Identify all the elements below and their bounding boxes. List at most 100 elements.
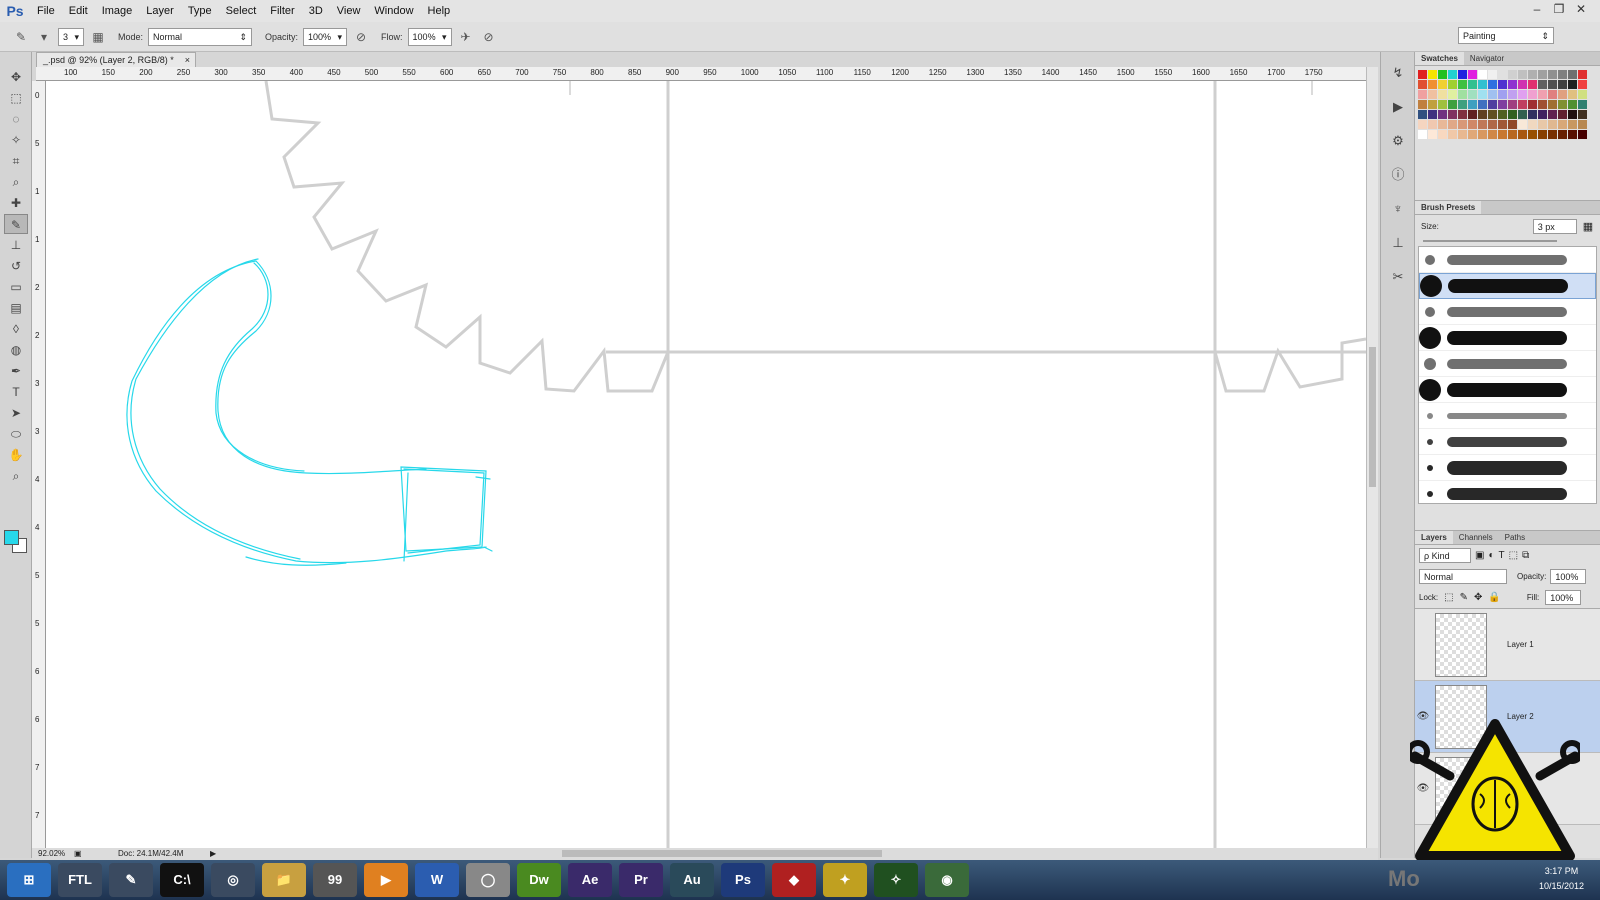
flow-field[interactable]: 100% ▾: [407, 27, 452, 46]
color-swatch[interactable]: [1518, 70, 1527, 79]
color-swatch[interactable]: [1448, 90, 1457, 99]
color-swatch[interactable]: [1498, 90, 1507, 99]
taskbar-app-2[interactable]: ✎: [109, 863, 153, 897]
fill-field[interactable]: 100%: [1545, 590, 1582, 605]
history-icon[interactable]: ↯: [1385, 60, 1411, 86]
filter-smart-icon[interactable]: ⧉: [1522, 550, 1529, 561]
color-swatch[interactable]: [1518, 130, 1527, 139]
minimize-icon[interactable]: –: [1526, 0, 1548, 18]
color-swatch[interactable]: [1418, 120, 1427, 129]
filter-adjust-icon[interactable]: ◐: [1488, 550, 1494, 561]
color-swatch[interactable]: [1438, 70, 1447, 79]
brush-panel-toggle-icon[interactable]: ▦: [89, 28, 107, 46]
layer-blend-select[interactable]: Normal: [1419, 569, 1507, 584]
brush-preset-item[interactable]: [1419, 351, 1596, 377]
color-swatch[interactable]: [1418, 130, 1427, 139]
tab-navigator[interactable]: Navigator: [1464, 52, 1510, 65]
tool-preset-chevron-icon[interactable]: ▾: [35, 28, 53, 46]
color-swatch[interactable]: [1558, 100, 1567, 109]
color-swatch[interactable]: [1558, 80, 1567, 89]
stamp-icon[interactable]: ⊥: [4, 235, 28, 255]
color-swatch[interactable]: [1558, 130, 1567, 139]
color-swatch[interactable]: [1528, 100, 1537, 109]
color-swatch[interactable]: [1488, 80, 1497, 89]
color-swatch[interactable]: [1488, 70, 1497, 79]
move-icon[interactable]: ✥: [4, 67, 28, 87]
color-swatch[interactable]: [1568, 100, 1577, 109]
taskbar-app-16[interactable]: ✦: [823, 863, 867, 897]
brush-size-slider[interactable]: [1423, 240, 1557, 242]
taskbar-app-0[interactable]: ⊞: [7, 863, 51, 897]
eraser-icon[interactable]: ▭: [4, 277, 28, 297]
color-swatch[interactable]: [1458, 70, 1467, 79]
hand-icon[interactable]: ✋: [4, 445, 28, 465]
color-swatch[interactable]: [1428, 120, 1437, 129]
color-swatch[interactable]: [1568, 70, 1577, 79]
color-swatch[interactable]: [1448, 70, 1457, 79]
color-swatch[interactable]: [1488, 90, 1497, 99]
horizontal-scrollbar[interactable]: [232, 848, 1322, 860]
color-swatch[interactable]: [1428, 130, 1437, 139]
menu-help[interactable]: Help: [421, 0, 458, 22]
color-swatch[interactable]: [1438, 120, 1447, 129]
color-swatch[interactable]: [1578, 70, 1587, 79]
color-swatch[interactable]: [1518, 90, 1527, 99]
color-swatch[interactable]: [1418, 90, 1427, 99]
type-icon[interactable]: T: [4, 382, 28, 402]
restore-icon[interactable]: ❐: [1548, 0, 1570, 18]
color-swatch[interactable]: [1478, 90, 1487, 99]
lock-pixels-icon[interactable]: ⬚: [1444, 592, 1453, 603]
color-swatch[interactable]: [1558, 110, 1567, 119]
pressure-opacity-icon[interactable]: ⊘: [352, 28, 370, 46]
document-tab[interactable]: _.psd @ 92% (Layer 2, RGB/8) * ×: [36, 52, 196, 67]
color-swatch[interactable]: [1578, 130, 1587, 139]
taskbar-app-3[interactable]: C:\: [160, 863, 204, 897]
menu-3d[interactable]: 3D: [302, 0, 330, 22]
color-swatch[interactable]: [1498, 130, 1507, 139]
menu-window[interactable]: Window: [367, 0, 420, 22]
taskbar-app-8[interactable]: W: [415, 863, 459, 897]
color-swatch[interactable]: [1528, 130, 1537, 139]
taskbar-app-12[interactable]: Pr: [619, 863, 663, 897]
tab-swatches[interactable]: Swatches: [1415, 52, 1464, 65]
color-swatch[interactable]: [1548, 90, 1557, 99]
color-swatch[interactable]: [1448, 110, 1457, 119]
foreground-color-swatch[interactable]: [4, 530, 19, 545]
color-swatch[interactable]: [1538, 80, 1547, 89]
color-swatch[interactable]: [1518, 100, 1527, 109]
dodge-icon[interactable]: ◍: [4, 340, 28, 360]
color-swatch[interactable]: [1458, 110, 1467, 119]
tool-presets-icon[interactable]: ✂: [1385, 264, 1411, 290]
menu-file[interactable]: File: [30, 0, 62, 22]
shape-icon[interactable]: ⬭: [4, 424, 28, 444]
color-swatch[interactable]: [1518, 80, 1527, 89]
color-swatch[interactable]: [1538, 90, 1547, 99]
actions-play-icon[interactable]: ▶: [1385, 94, 1411, 120]
tab-brush-presets[interactable]: Brush Presets: [1415, 201, 1482, 214]
color-swatch[interactable]: [1528, 110, 1537, 119]
blur-icon[interactable]: ◊: [4, 319, 28, 339]
color-swatch[interactable]: [1428, 80, 1437, 89]
pen-icon[interactable]: ✒: [4, 361, 28, 381]
color-swatch[interactable]: [1548, 80, 1557, 89]
taskbar-app-13[interactable]: Au: [670, 863, 714, 897]
color-swatch[interactable]: [1468, 110, 1477, 119]
color-swatch[interactable]: [1458, 130, 1467, 139]
brush-preset-item[interactable]: [1419, 429, 1596, 455]
color-swatch[interactable]: [1518, 110, 1527, 119]
taskbar-app-4[interactable]: ◎: [211, 863, 255, 897]
color-swatch[interactable]: [1498, 70, 1507, 79]
color-swatch[interactable]: [1478, 100, 1487, 109]
color-swatch[interactable]: [1498, 80, 1507, 89]
color-swatch[interactable]: [1578, 100, 1587, 109]
color-swatch[interactable]: [1488, 120, 1497, 129]
color-swatch[interactable]: [1428, 110, 1437, 119]
color-swatch[interactable]: [1418, 70, 1427, 79]
zoom-level[interactable]: 92.02%: [32, 848, 74, 860]
vertical-scrollbar[interactable]: [1366, 67, 1378, 857]
filter-pixel-icon[interactable]: ▣: [1475, 550, 1484, 561]
brush-preset-item[interactable]: [1419, 273, 1596, 299]
menu-image[interactable]: Image: [95, 0, 140, 22]
color-swatch[interactable]: [1568, 110, 1577, 119]
tab-layers[interactable]: Layers: [1415, 531, 1453, 544]
